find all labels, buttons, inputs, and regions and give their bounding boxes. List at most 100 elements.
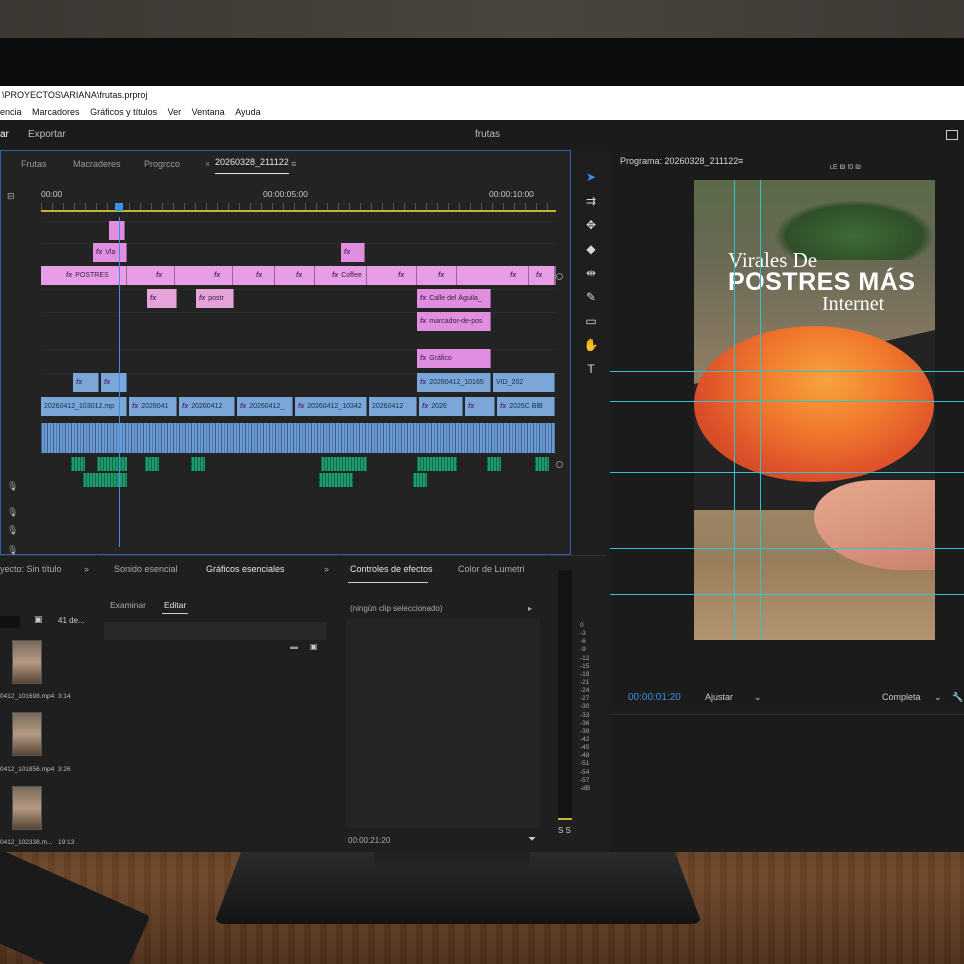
graphic-clip[interactable]: fx postr: [196, 289, 234, 308]
resolution-select[interactable]: Completa: [882, 692, 921, 702]
time-ruler[interactable]: 00:00 00:00:05:00 00:00:10:00: [41, 189, 556, 217]
media-thumbnail[interactable]: [12, 712, 42, 756]
media-thumbnail[interactable]: [12, 786, 42, 830]
pen-icon[interactable]: ✎: [582, 288, 600, 306]
video-clip[interactable]: fx: [465, 397, 495, 416]
project-panel-title[interactable]: yecto: Sin título: [0, 556, 62, 582]
tab-sonido-esencial[interactable]: Sonido esencial: [114, 556, 178, 582]
video-clip[interactable]: fx 20260412: [179, 397, 235, 416]
guide-line[interactable]: [610, 548, 964, 549]
graphic-clip[interactable]: [109, 221, 125, 240]
chevron-down-icon[interactable]: ⌄: [754, 692, 762, 703]
guide-line[interactable]: [610, 594, 964, 595]
razor-icon[interactable]: ◆: [582, 240, 600, 258]
audio-clip[interactable]: [71, 457, 85, 471]
scroll-handle[interactable]: [556, 461, 563, 468]
playhead-line[interactable]: [119, 217, 120, 547]
layers-list[interactable]: [104, 622, 326, 640]
video-clip[interactable]: fx 2026: [419, 397, 463, 416]
filter-icon[interactable]: ⏷: [528, 834, 536, 845]
guide-line[interactable]: [734, 180, 735, 640]
hand-icon[interactable]: ✋: [582, 336, 600, 354]
audio-clip[interactable]: [417, 457, 457, 471]
graphic-clip[interactable]: fx: [211, 266, 233, 285]
video-clip[interactable]: fx: [73, 373, 99, 392]
video-clip[interactable]: 20260412_103012.mp: [41, 397, 127, 416]
tab-color-lumetri[interactable]: Color de Lumetri: [458, 556, 525, 582]
folder-icon[interactable]: ▬: [290, 642, 298, 651]
video-clip[interactable]: VID_202: [493, 373, 555, 392]
menu-item-ayuda[interactable]: Ayuda: [235, 104, 260, 120]
guide-line[interactable]: [610, 371, 964, 372]
mic-icon[interactable]: 🎙: [7, 481, 18, 492]
video-clip[interactable]: fx 20260412_10165: [417, 373, 491, 392]
graphic-clip[interactable]: fx Coffee: [329, 266, 367, 285]
graphic-clip[interactable]: fx: [153, 266, 175, 285]
graphic-clip[interactable]: fx Gráfico: [417, 349, 491, 368]
graphic-clip[interactable]: fx POSTRES: [63, 266, 127, 285]
audio-clip[interactable]: [487, 457, 501, 471]
graphic-clip[interactable]: fx: [533, 266, 555, 285]
scroll-handle[interactable]: [556, 273, 563, 280]
slip-icon[interactable]: ⇹: [582, 264, 600, 282]
mode-editar[interactable]: ar: [0, 120, 9, 150]
type-tool-icon[interactable]: T: [582, 360, 600, 378]
zoom-select[interactable]: Ajustar: [705, 692, 733, 702]
media-thumbnail[interactable]: [12, 640, 42, 684]
panel-menu-icon[interactable]: ≡: [738, 156, 743, 166]
mic-icon[interactable]: 🎙: [7, 507, 18, 518]
graphic-clip[interactable]: fx Calle del Águila_: [417, 289, 491, 308]
mic-icon[interactable]: 🎙: [7, 525, 18, 536]
graphic-clip[interactable]: fx: [147, 289, 177, 308]
audio-clip[interactable]: [97, 457, 127, 471]
video-clip[interactable]: fx 20260412_: [237, 397, 293, 416]
graphic-clip[interactable]: fx marcador-de-pos: [417, 312, 491, 331]
audio-clip[interactable]: [83, 473, 127, 487]
audio-clip[interactable]: [319, 473, 353, 487]
video-preview[interactable]: Virales De POSTRES MÁS Internet: [694, 180, 935, 640]
menu-item-edicion[interactable]: encia: [0, 104, 22, 120]
tab-sequence[interactable]: 20260328_211122: [215, 151, 289, 174]
tab-controles-efectos[interactable]: Controles de efectos: [350, 556, 433, 582]
chevron-down-icon[interactable]: ⌄: [934, 692, 942, 703]
tab-progreso[interactable]: Progrcco: [144, 151, 180, 177]
video-clip[interactable]: fx 20260412_10342: [295, 397, 367, 416]
graphic-clip[interactable]: fx Vla: [93, 243, 127, 262]
playhead-handle[interactable]: [115, 203, 123, 211]
expand-panels-icon[interactable]: »: [324, 556, 329, 582]
video-clip[interactable]: fx 2026C BlB: [497, 397, 555, 416]
search-input[interactable]: [0, 616, 20, 628]
guide-line[interactable]: [610, 472, 964, 473]
menu-item-ver[interactable]: Ver: [168, 104, 182, 120]
chevron-right-icon[interactable]: ▸: [528, 604, 532, 613]
menu-item-ventana[interactable]: Ventana: [192, 104, 225, 120]
menu-item-marcadores[interactable]: Marcadores: [32, 104, 80, 120]
guide-line[interactable]: [760, 180, 761, 640]
workspace-icon[interactable]: [946, 130, 958, 140]
audio-clip[interactable]: [145, 457, 159, 471]
graphic-clip[interactable]: fx: [507, 266, 529, 285]
ripple-edit-icon[interactable]: ✥: [582, 216, 600, 234]
menu-item-graficos[interactable]: Gráficos y títulos: [90, 104, 157, 120]
solo-buttons[interactable]: S S: [558, 826, 571, 835]
audio-clip[interactable]: [321, 457, 367, 471]
panel-menu-icon[interactable]: ≡: [291, 151, 296, 177]
selection-tool-icon[interactable]: ➤: [582, 168, 600, 186]
graphic-clip[interactable]: fx: [341, 243, 365, 262]
overlay-title-line3[interactable]: Internet: [822, 293, 884, 316]
snap-icon[interactable]: ⊟: [7, 191, 15, 202]
video-clip[interactable]: 20260412: [369, 397, 417, 416]
tab-examinar[interactable]: Examinar: [110, 600, 146, 610]
tab-frutas[interactable]: Frutas: [21, 151, 47, 177]
new-layer-icon[interactable]: ▣: [310, 642, 318, 651]
video-clip[interactable]: fx 2026041: [129, 397, 177, 416]
graphic-clip[interactable]: fx: [435, 266, 457, 285]
folder-icon[interactable]: ▣: [34, 614, 43, 625]
tab-graficos-esenciales[interactable]: Gráficos esenciales: [206, 556, 285, 582]
mode-exportar[interactable]: Exportar: [28, 120, 66, 150]
audio-clip[interactable]: [413, 473, 427, 487]
video-clip[interactable]: fx: [101, 373, 127, 392]
program-timecode[interactable]: 00:00:01:20: [628, 692, 681, 703]
close-icon[interactable]: ×: [205, 151, 210, 177]
graphic-clip[interactable]: fx: [395, 266, 417, 285]
